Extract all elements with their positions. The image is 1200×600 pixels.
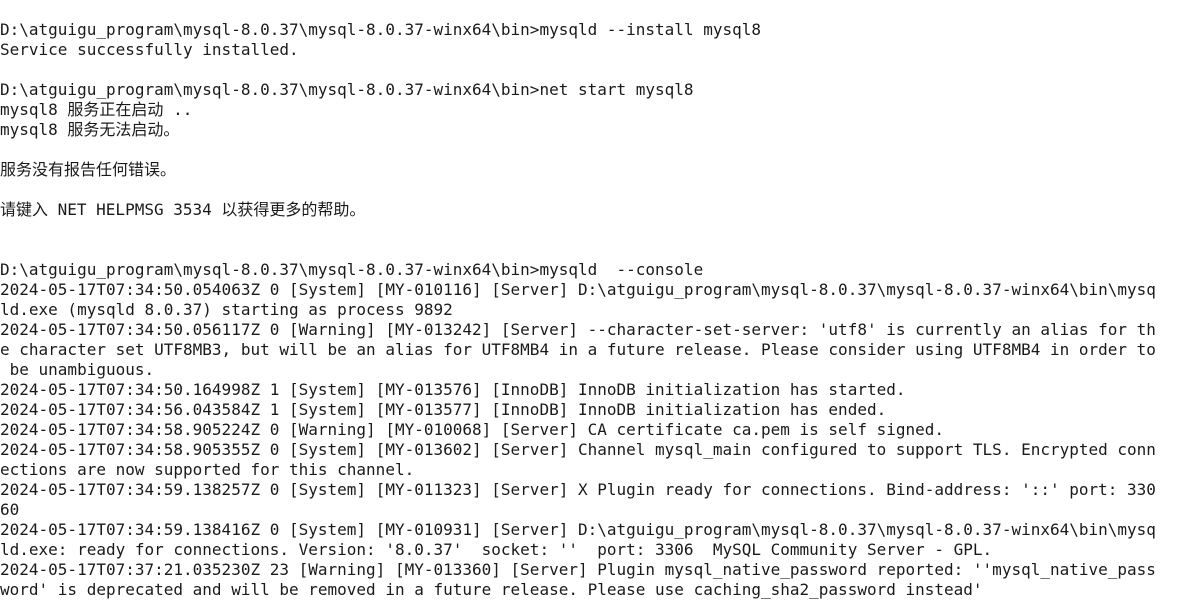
console-line: Service successfully installed. <box>0 40 299 59</box>
console-line: mysql8 服务无法启动。 <box>0 120 180 139</box>
console-line: 2024-05-17T07:34:50.056117Z 0 [Warning] … <box>0 320 1156 339</box>
console-line: 2024-05-17T07:34:56.043584Z 1 [System] [… <box>0 400 887 419</box>
console-line: 2024-05-17T07:34:58.905224Z 0 [Warning] … <box>0 420 945 439</box>
console-line: 2024-05-17T07:34:50.054063Z 0 [System] [… <box>0 280 1156 299</box>
console-line: D:\atguigu_program\mysql-8.0.37\mysql-8.… <box>0 20 761 39</box>
console-line: word' is deprecated and will be removed … <box>0 580 983 599</box>
console-line: mysql8 服务正在启动 .. <box>0 100 193 119</box>
console-line: 2024-05-17T07:34:58.905355Z 0 [System] [… <box>0 440 1156 459</box>
console-line: e character set UTF8MB3, but will be an … <box>0 340 1156 359</box>
console-line: ld.exe: ready for connections. Version: … <box>0 540 993 559</box>
console-line: 2024-05-17T07:34:50.164998Z 1 [System] [… <box>0 380 906 399</box>
console-line: be unambiguous. <box>0 360 155 379</box>
console-line: 请键入 NET HELPMSG 3534 以获得更多的帮助。 <box>0 200 366 219</box>
console-line: 2024-05-17T07:34:59.138416Z 0 [System] [… <box>0 520 1156 539</box>
console-output[interactable]: D:\atguigu_program\mysql-8.0.37\mysql-8.… <box>0 0 1200 600</box>
console-line: 服务没有报告任何错误。 <box>0 160 177 179</box>
console-line: 2024-05-17T07:34:59.138257Z 0 [System] [… <box>0 480 1156 499</box>
console-line: ld.exe (mysqld 8.0.37) starting as proce… <box>0 300 453 319</box>
console-line: D:\atguigu_program\mysql-8.0.37\mysql-8.… <box>0 80 694 99</box>
console-line: D:\atguigu_program\mysql-8.0.37\mysql-8.… <box>0 260 704 279</box>
console-line: 2024-05-17T07:37:21.035230Z 23 [Warning]… <box>0 560 1156 579</box>
console-line: ections are now supported for this chann… <box>0 460 415 479</box>
console-line: 60 <box>0 500 20 519</box>
